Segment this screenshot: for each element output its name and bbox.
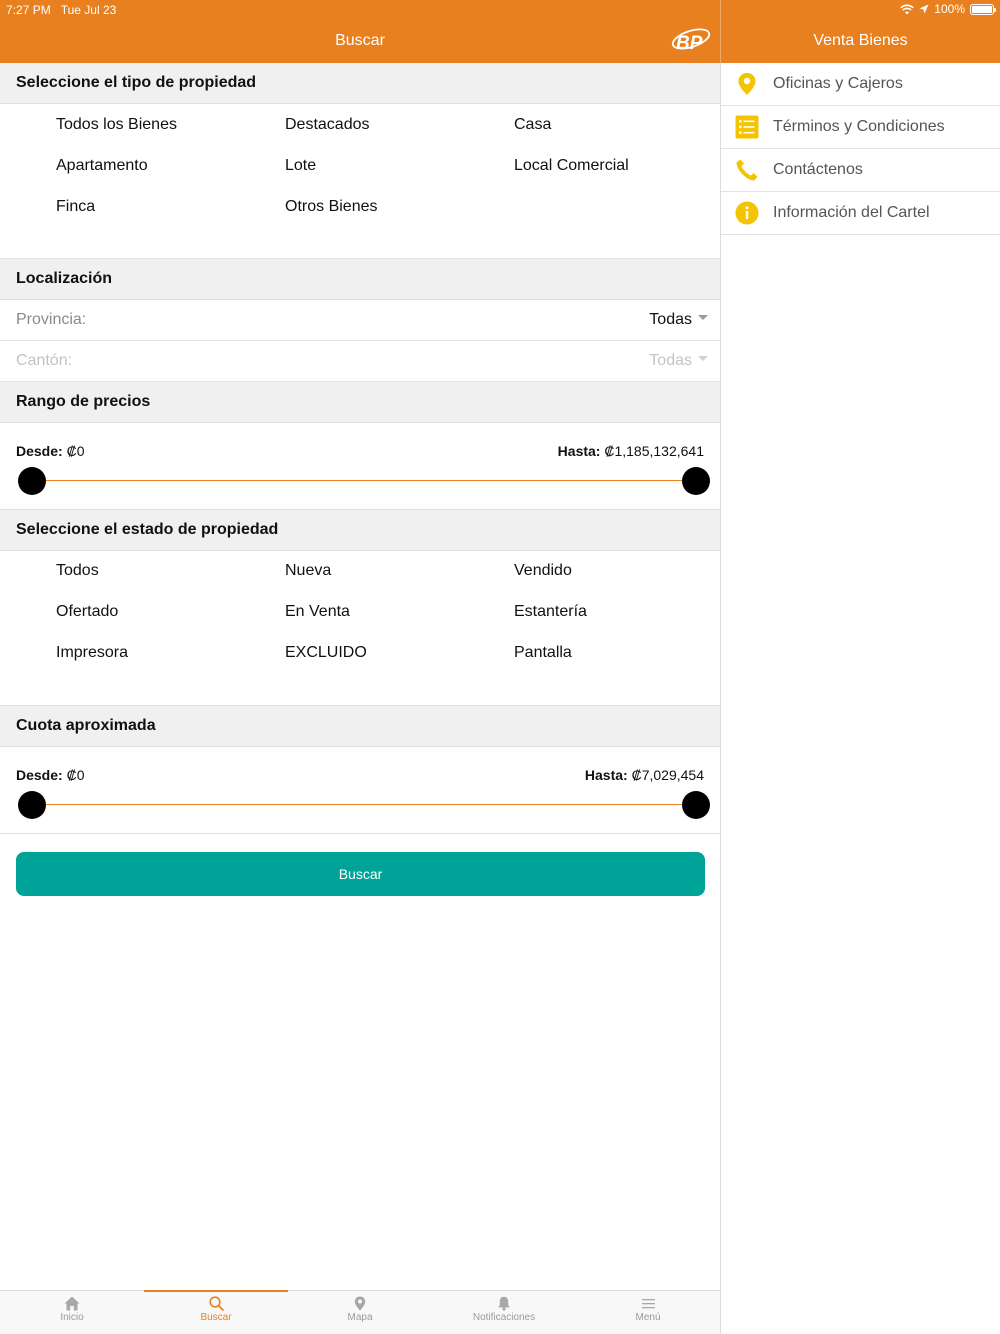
- chevron-down-icon: [698, 314, 708, 320]
- page-title: Buscar: [335, 32, 385, 49]
- property-state-option[interactable]: Todos: [56, 562, 99, 580]
- side-title: Venta Bienes: [813, 32, 908, 49]
- tab-notificaciones[interactable]: Notificaciones: [432, 1291, 576, 1334]
- property-type-option[interactable]: Apartamento: [56, 157, 148, 175]
- map-pin-icon: [354, 1296, 366, 1311]
- property-state-option[interactable]: Nueva: [285, 562, 331, 580]
- canton-value: Todas: [649, 352, 692, 369]
- status-date: Tue Jul 23: [60, 3, 117, 17]
- menu-icon: [641, 1299, 655, 1309]
- price-range-header: Rango de precios: [0, 382, 720, 423]
- property-state-options: Todos Nueva Vendido Ofertado En Venta Es…: [0, 551, 720, 706]
- fee-from: Desde: ₡0: [16, 767, 84, 783]
- property-state-option[interactable]: Estantería: [514, 603, 587, 621]
- side-item-label: Oficinas y Cajeros: [773, 75, 903, 92]
- province-select[interactable]: Provincia: Todas: [0, 300, 720, 341]
- side-item-offices[interactable]: Oficinas y Cajeros: [721, 63, 1000, 106]
- price-from-value: ₡0: [66, 443, 85, 459]
- price-to-value: ₡1,185,132,641: [604, 443, 704, 459]
- price-max-handle[interactable]: [682, 467, 710, 495]
- property-state-header: Seleccione el estado de propiedad: [0, 510, 720, 551]
- property-type-options: Todos los Bienes Destacados Casa Apartam…: [0, 104, 720, 259]
- list-icon: [735, 115, 759, 139]
- side-item-info[interactable]: Información del Cartel: [721, 192, 1000, 235]
- province-value: Todas: [649, 311, 692, 328]
- battery-icon: [970, 3, 996, 15]
- screen: 7:27 PM Tue Jul 23 100% Buscar BP Venta B…: [0, 0, 1000, 1334]
- search-button[interactable]: Buscar: [16, 852, 705, 896]
- fee-to: Hasta: ₡7,029,454: [585, 767, 704, 783]
- tab-label: Inicio: [60, 1312, 84, 1323]
- canton-label: Cantón:: [16, 352, 73, 369]
- property-type-option[interactable]: Otros Bienes: [285, 198, 377, 216]
- side-item-label: Contáctenos: [773, 161, 863, 178]
- wifi-icon: [900, 4, 915, 14]
- price-from-label: Desde:: [16, 443, 63, 459]
- price-min-handle[interactable]: [18, 467, 46, 495]
- province-label: Provincia:: [16, 311, 87, 328]
- tab-inicio[interactable]: Inicio: [0, 1291, 144, 1334]
- price-from: Desde: ₡0: [16, 443, 84, 459]
- search-panel: Seleccione el tipo de propiedad Todos lo…: [0, 63, 720, 896]
- fee-from-label: Desde:: [16, 767, 63, 783]
- property-type-option[interactable]: Casa: [514, 116, 551, 134]
- info-icon: [735, 201, 759, 225]
- property-state-option[interactable]: Pantalla: [514, 644, 572, 662]
- battery-percent: 100%: [934, 2, 965, 16]
- tab-buscar[interactable]: Buscar: [144, 1290, 288, 1334]
- location-header: Localización: [0, 259, 720, 300]
- tab-mapa[interactable]: Mapa: [288, 1291, 432, 1334]
- fee-range-header: Cuota aproximada: [0, 706, 720, 747]
- price-range-slider: Desde: ₡0 Hasta: ₡1,185,132,641: [0, 423, 720, 510]
- fee-to-label: Hasta:: [584, 767, 628, 783]
- side-menu: Oficinas y Cajeros Términos y Condicione…: [721, 63, 1000, 235]
- slider-track: [31, 804, 696, 805]
- bell-icon: [498, 1296, 510, 1311]
- property-state-option[interactable]: EXCLUIDO: [285, 644, 367, 662]
- status-time: 7:27 PM: [6, 3, 51, 17]
- price-to-label: Hasta:: [557, 443, 601, 459]
- fee-max-handle[interactable]: [682, 791, 710, 819]
- tab-label: Notificaciones: [472, 1312, 536, 1323]
- search-icon: [208, 1296, 224, 1311]
- fee-min-handle[interactable]: [18, 791, 46, 819]
- property-state-option[interactable]: En Venta: [285, 603, 350, 621]
- tab-menu[interactable]: Menú: [576, 1291, 720, 1334]
- status-bar-left: 7:27 PM Tue Jul 23: [6, 3, 116, 17]
- top-bar: 7:27 PM Tue Jul 23 100% Buscar BP Venta B…: [0, 0, 1000, 63]
- home-icon: [64, 1296, 80, 1311]
- property-type-option[interactable]: Finca: [56, 198, 95, 216]
- location-pin-icon: [735, 72, 759, 96]
- property-state-option[interactable]: Vendido: [514, 562, 572, 580]
- fee-range-slider: Desde: ₡0 Hasta: ₡7,029,454: [0, 747, 720, 834]
- property-type-option[interactable]: Destacados: [285, 116, 370, 134]
- tab-label: Buscar: [200, 1312, 232, 1323]
- property-type-header: Seleccione el tipo de propiedad: [0, 63, 720, 104]
- canton-select[interactable]: Cantón: Todas: [0, 341, 720, 382]
- price-to: Hasta: ₡1,185,132,641: [558, 443, 704, 459]
- status-bar-right: 100%: [900, 2, 996, 16]
- property-state-option[interactable]: Impresora: [56, 644, 128, 662]
- property-type-option[interactable]: Local Comercial: [514, 157, 629, 175]
- side-item-terms[interactable]: Términos y Condiciones: [721, 106, 1000, 149]
- split-divider-top: [720, 0, 721, 63]
- side-item-contact[interactable]: Contáctenos: [721, 149, 1000, 192]
- svg-text:BP: BP: [676, 33, 703, 54]
- tab-bar: Inicio Buscar Mapa Notificaciones Menú: [0, 1290, 720, 1334]
- bp-logo-icon: BP: [671, 28, 711, 54]
- location-arrow-icon: [919, 4, 929, 14]
- phone-icon: [735, 158, 759, 182]
- tab-label: Mapa: [347, 1312, 373, 1323]
- fee-from-value: ₡0: [66, 767, 85, 783]
- slider-track: [31, 480, 696, 481]
- property-state-option[interactable]: Ofertado: [56, 603, 118, 621]
- side-item-label: Términos y Condiciones: [773, 118, 945, 135]
- tab-label: Menú: [635, 1312, 661, 1323]
- fee-to-value: ₡7,029,454: [631, 767, 704, 783]
- property-type-option[interactable]: Lote: [285, 157, 316, 175]
- chevron-down-icon: [698, 355, 708, 361]
- property-type-option[interactable]: Todos los Bienes: [56, 116, 177, 134]
- side-item-label: Información del Cartel: [773, 204, 930, 221]
